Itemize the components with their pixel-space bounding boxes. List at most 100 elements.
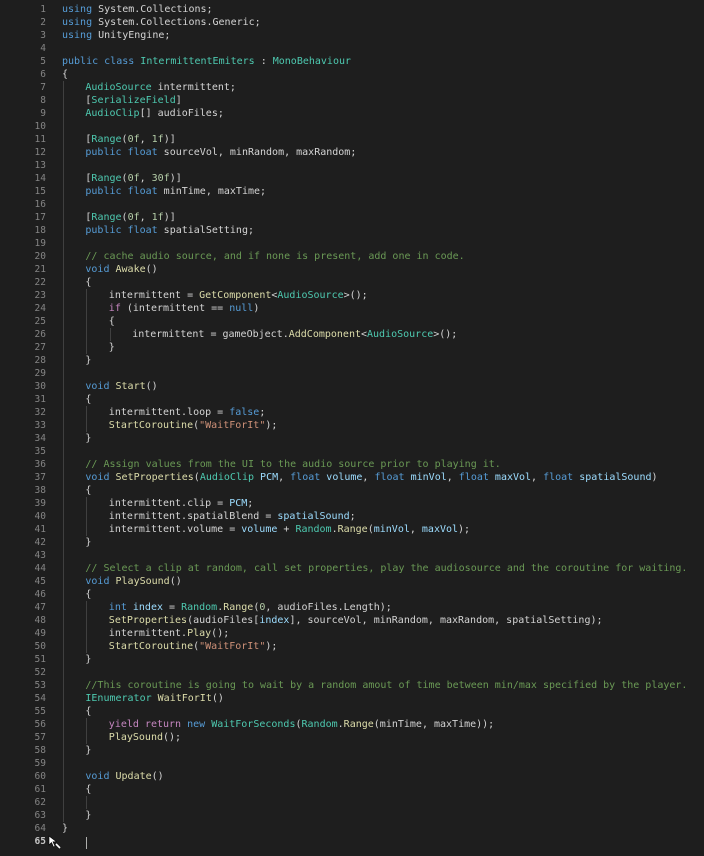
code-token: spatialSound bbox=[277, 511, 350, 522]
code-line[interactable]: void PlaySound() bbox=[62, 575, 704, 588]
code-line[interactable]: IEnumerator WaitForIt() bbox=[62, 692, 704, 705]
code-line[interactable]: } bbox=[62, 822, 704, 835]
code-line[interactable] bbox=[62, 120, 704, 133]
code-line[interactable] bbox=[62, 445, 704, 458]
code-line[interactable]: StartCoroutine("WaitForIt"); bbox=[62, 419, 704, 432]
code-line[interactable]: } bbox=[62, 536, 704, 549]
code-line[interactable]: AudioClip[] audioFiles; bbox=[62, 107, 704, 120]
code-line[interactable]: [SerializeField] bbox=[62, 94, 704, 107]
code-token: maxVol bbox=[494, 472, 532, 483]
code-line[interactable]: //This coroutine is going to wait by a r… bbox=[62, 679, 704, 692]
indent-guide bbox=[86, 406, 88, 419]
code-token: 1f bbox=[151, 134, 164, 145]
code-line[interactable]: } bbox=[62, 354, 704, 367]
code-token: ) bbox=[253, 303, 260, 314]
code-token: false bbox=[229, 407, 260, 418]
code-token: 30f bbox=[151, 173, 170, 184]
code-line[interactable]: SetProperties(audioFiles[index], sourceV… bbox=[62, 614, 704, 627]
line-number: 65 bbox=[34, 836, 46, 847]
code-token: int bbox=[108, 602, 127, 613]
code-line[interactable] bbox=[62, 796, 704, 809]
code-area[interactable]: using System.Collections; using System.Co… bbox=[62, 3, 704, 848]
code-line[interactable]: using System.Collections.Generic; bbox=[62, 16, 704, 29]
indent-guide bbox=[63, 744, 64, 757]
code-token: public bbox=[62, 56, 99, 67]
indent-guide bbox=[63, 484, 64, 497]
code-line[interactable]: using System.Collections; bbox=[62, 3, 704, 16]
code-token: maxVol bbox=[421, 524, 459, 535]
code-line[interactable]: void Update() bbox=[62, 770, 704, 783]
code-line[interactable]: intermittent.clip = PCM; bbox=[62, 497, 704, 510]
code-line[interactable]: { bbox=[62, 276, 704, 289]
code-line[interactable]: StartCoroutine("WaitForIt"); bbox=[62, 640, 704, 653]
code-line[interactable]: AudioSource intermittent; bbox=[62, 81, 704, 94]
code-line[interactable]: [Range(0f, 1f)] bbox=[62, 133, 704, 146]
code-editor[interactable]: 1 2 3 4 5 6 7 8 9 10 11 12 13 14 15 16 17 18 19 20 21 22 23 24 2… bbox=[0, 0, 704, 856]
code-line[interactable]: { bbox=[62, 783, 704, 796]
code-token: Start bbox=[115, 381, 146, 392]
code-line[interactable]: [Range(0f, 1f)] bbox=[62, 211, 704, 224]
code-line[interactable]: { bbox=[62, 68, 704, 81]
code-line[interactable] bbox=[62, 198, 704, 211]
code-line[interactable]: public float minTime, maxTime; bbox=[62, 185, 704, 198]
code-line[interactable]: intermittent.loop = false; bbox=[62, 406, 704, 419]
code-line[interactable]: // cache audio source, and if none is pr… bbox=[62, 250, 704, 263]
code-line[interactable]: // Select a clip at random, call set pro… bbox=[62, 562, 704, 575]
code-line[interactable] bbox=[62, 835, 704, 848]
code-token: float bbox=[127, 147, 158, 158]
code-line[interactable]: { bbox=[62, 588, 704, 601]
code-token: } bbox=[85, 433, 92, 444]
code-line[interactable]: void Awake() bbox=[62, 263, 704, 276]
code-line[interactable]: [Range(0f, 30f)] bbox=[62, 172, 704, 185]
code-token: , bbox=[531, 472, 544, 483]
code-line[interactable]: intermittent = GetComponent<AudioSource>… bbox=[62, 289, 704, 302]
code-line[interactable]: using UnityEngine; bbox=[62, 29, 704, 42]
code-line[interactable]: yield return new WaitForSeconds(Random.R… bbox=[62, 718, 704, 731]
code-line[interactable]: public float sourceVol, minRandom, maxRa… bbox=[62, 146, 704, 159]
indent-guide bbox=[63, 770, 64, 783]
line-number: 30 bbox=[34, 381, 46, 392]
code-line[interactable]: intermittent.volume = volume + Random.Ra… bbox=[62, 523, 704, 536]
code-line[interactable]: } bbox=[62, 341, 704, 354]
code-line[interactable]: { bbox=[62, 393, 704, 406]
line-number: 37 bbox=[34, 472, 46, 483]
code-line[interactable] bbox=[62, 666, 704, 679]
code-line[interactable]: void SetProperties(AudioClip PCM, float … bbox=[62, 471, 704, 484]
code-token: float bbox=[458, 472, 489, 483]
code-token: Awake bbox=[115, 264, 146, 275]
line-number: 25 bbox=[34, 316, 46, 327]
code-line[interactable]: } bbox=[62, 744, 704, 757]
code-line[interactable]: void Start() bbox=[62, 380, 704, 393]
code-line[interactable]: intermittent.Play(); bbox=[62, 627, 704, 640]
code-line[interactable]: } bbox=[62, 432, 704, 445]
code-token: ); bbox=[265, 420, 278, 431]
code-line[interactable] bbox=[62, 757, 704, 770]
line-number: 48 bbox=[34, 615, 46, 626]
code-line[interactable]: intermittent = gameObject.AddComponent<A… bbox=[62, 328, 704, 341]
code-token: } bbox=[85, 537, 92, 548]
code-token: index bbox=[132, 602, 163, 613]
code-line[interactable] bbox=[62, 367, 704, 380]
code-line[interactable]: // Assign values from the UI to the audi… bbox=[62, 458, 704, 471]
code-line[interactable]: if (intermittent == null) bbox=[62, 302, 704, 315]
code-line[interactable]: } bbox=[62, 809, 704, 822]
code-line[interactable]: PlaySound(); bbox=[62, 731, 704, 744]
code-token: void bbox=[85, 472, 110, 483]
code-line[interactable] bbox=[62, 237, 704, 250]
code-line[interactable]: public class IntermittentEmiters : MonoB… bbox=[62, 55, 704, 68]
code-line[interactable]: int index = Random.Range(0, audioFiles.L… bbox=[62, 601, 704, 614]
code-line[interactable]: } bbox=[62, 653, 704, 666]
code-line[interactable]: { bbox=[62, 484, 704, 497]
line-number: 50 bbox=[34, 641, 46, 652]
code-line[interactable] bbox=[62, 549, 704, 562]
code-line[interactable]: { bbox=[62, 705, 704, 718]
code-token: )] bbox=[169, 173, 182, 184]
code-line[interactable]: intermittent.spatialBlend = spatialSound… bbox=[62, 510, 704, 523]
code-line[interactable] bbox=[62, 159, 704, 172]
code-token: MonoBehaviour bbox=[272, 56, 352, 67]
code-line[interactable] bbox=[62, 42, 704, 55]
code-token: ; bbox=[349, 511, 356, 522]
code-line[interactable]: public float spatialSetting; bbox=[62, 224, 704, 237]
code-line[interactable]: { bbox=[62, 315, 704, 328]
code-token: "WaitForIt" bbox=[199, 641, 266, 652]
